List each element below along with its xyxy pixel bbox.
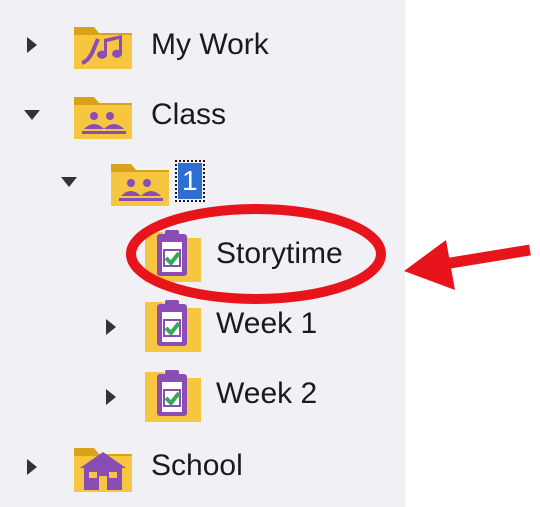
folder-tree: My Work Class 1 Storytime Week 1 Week 2 … <box>0 0 405 507</box>
pointer-arrow-icon <box>404 240 531 290</box>
class-folder-icon[interactable] <box>109 156 171 213</box>
expand-arrow-icon[interactable] <box>20 33 44 57</box>
tree-item-label[interactable]: School <box>151 448 243 484</box>
expand-arrow-icon[interactable] <box>99 385 123 409</box>
tree-item-label[interactable]: My Work <box>151 27 269 63</box>
tree-item-label[interactable]: Class <box>151 97 226 133</box>
tree-item-label[interactable]: Storytime <box>216 236 343 272</box>
tree-item-label[interactable]: Week 1 <box>216 306 317 342</box>
expand-arrow-icon[interactable] <box>20 455 44 479</box>
selected-tree-item-label[interactable]: 1 <box>175 160 205 202</box>
assignment-clipboard-icon[interactable] <box>145 364 201 427</box>
art-folder-icon[interactable] <box>72 19 134 76</box>
assignment-clipboard-icon[interactable] <box>145 294 201 357</box>
collapse-arrow-icon[interactable] <box>57 170 81 194</box>
expand-arrow-icon[interactable] <box>99 315 123 339</box>
tree-item-label[interactable]: Week 2 <box>216 376 317 412</box>
school-folder-icon[interactable] <box>72 438 134 499</box>
assignment-clipboard-icon[interactable] <box>145 224 201 287</box>
collapse-arrow-icon[interactable] <box>20 103 44 127</box>
class-folder-icon[interactable] <box>72 89 134 146</box>
